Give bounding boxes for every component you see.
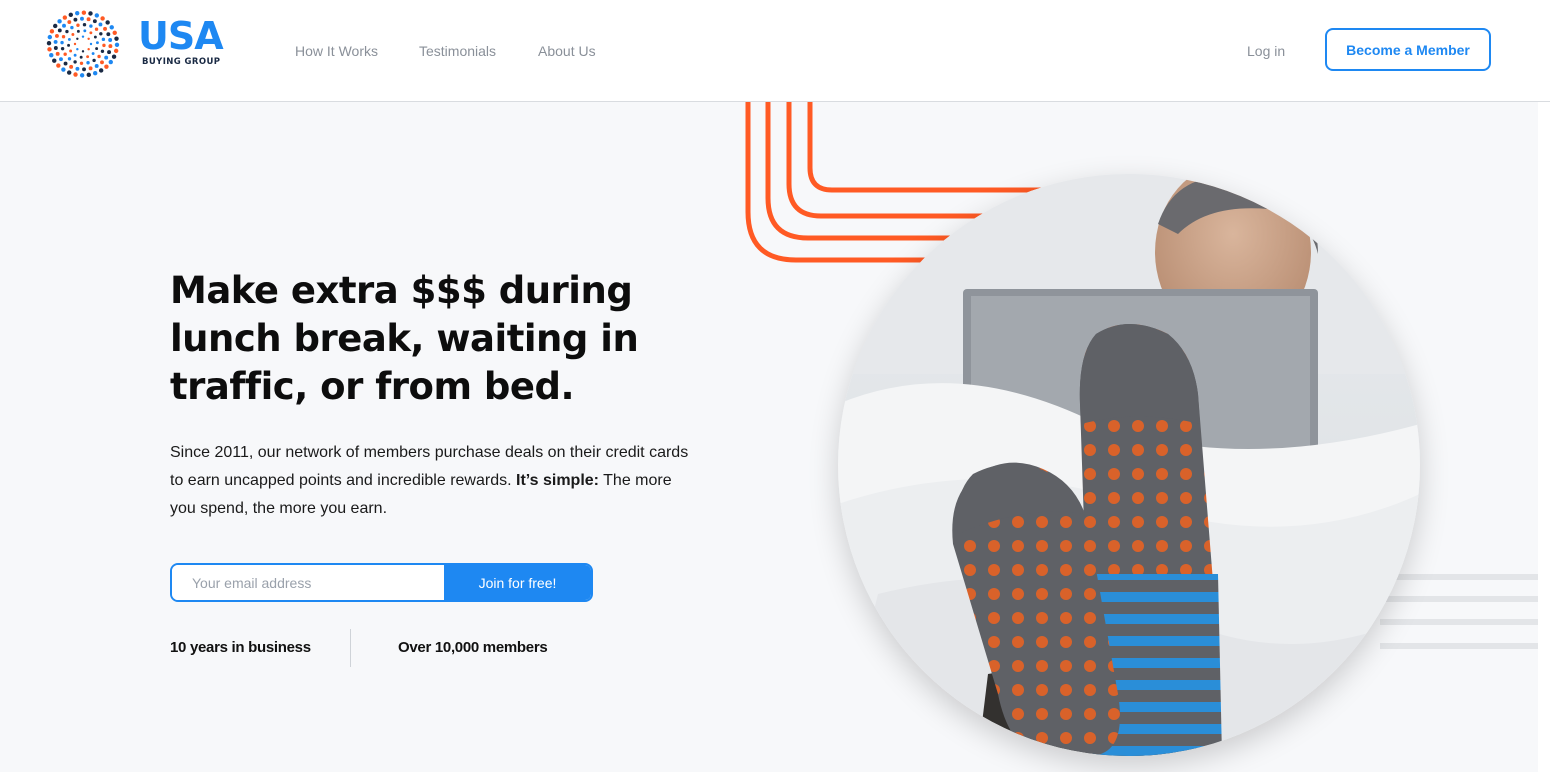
nav-about-us[interactable]: About Us bbox=[538, 42, 596, 60]
stat-members: Over 10,000 members bbox=[398, 639, 548, 656]
man-in-bed-photo-icon bbox=[838, 174, 1420, 756]
join-free-button[interactable]: Join for free! bbox=[444, 565, 591, 600]
stat-divider bbox=[350, 629, 351, 667]
email-input[interactable] bbox=[172, 565, 444, 600]
stat-years: 10 years in business bbox=[170, 639, 311, 656]
hero-headline: Make extra $$$ during lunch break, waiti… bbox=[170, 269, 639, 408]
brand-logo[interactable]: USA BUYING GROUP bbox=[40, 8, 240, 82]
hero-photo bbox=[838, 174, 1420, 756]
hero-section: Make extra $$$ during lunch break, waiti… bbox=[0, 102, 1538, 772]
nav-testimonials[interactable]: Testimonials bbox=[419, 42, 496, 60]
hero-description: Since 2011, our network of members purch… bbox=[170, 439, 690, 523]
login-link[interactable]: Log in bbox=[1247, 42, 1285, 60]
signup-form: Join for free! bbox=[170, 563, 593, 602]
brand-tagline: BUYING GROUP bbox=[142, 57, 221, 67]
nav-how-it-works[interactable]: How It Works bbox=[295, 42, 378, 60]
logo-spiral-icon bbox=[46, 10, 120, 78]
site-header: USA BUYING GROUP How It Works Testimonia… bbox=[0, 0, 1550, 102]
brand-name: USA bbox=[138, 14, 224, 58]
become-member-button[interactable]: Become a Member bbox=[1325, 28, 1491, 71]
page-scrollbar[interactable] bbox=[1538, 102, 1550, 772]
description-emphasis: It’s simple: bbox=[516, 472, 599, 489]
